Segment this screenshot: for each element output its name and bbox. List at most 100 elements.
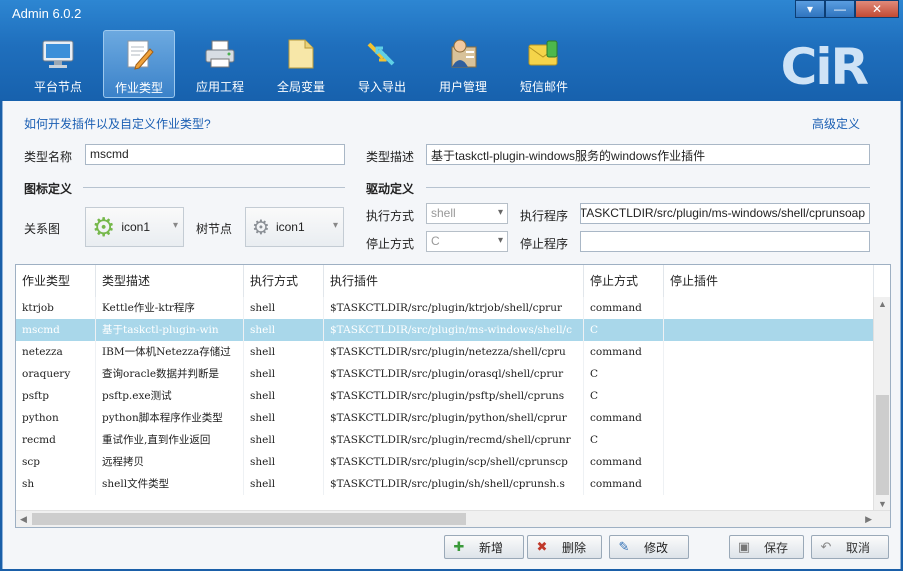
table-cell: psftp (16, 385, 96, 407)
add-button[interactable]: ✚ 新增 (444, 535, 524, 559)
toolbar-platform-nodes[interactable]: 平台节点 (22, 30, 94, 98)
horizontal-scroll-thumb[interactable] (32, 513, 466, 525)
help-link[interactable]: 如何开发插件以及自定义作业类型? (24, 115, 211, 132)
column-header[interactable]: 停止插件 (664, 265, 874, 297)
monitor-icon (40, 36, 76, 72)
table-cell: oraquery (16, 363, 96, 385)
table-row[interactable]: sh shell文件类型 shell $TASKCTLDIR/src/plugin/s… (16, 473, 874, 495)
table-cell: IBM一体机Netezza存储过 (96, 341, 244, 363)
save-icon: ▣ (737, 539, 751, 554)
table-cell: $TASKCTLDIR/src/plugin/python/shell/cpru… (324, 407, 584, 429)
scroll-right-icon[interactable]: ▶ (865, 514, 872, 525)
table-cell: shell (244, 407, 324, 429)
table-row[interactable]: scp 远程拷贝 shell $TASKCTLDIR/src/plugin/scp/s… (16, 451, 874, 473)
column-header[interactable]: 执行方式 (244, 265, 324, 297)
column-header[interactable]: 作业类型 (16, 265, 96, 297)
main-toolbar: 平台节点 作业类型 应用工程 全局变量 导入导出 用户管理 短信邮件 (22, 30, 589, 98)
toolbar-global-vars[interactable]: 全局变量 (265, 30, 337, 98)
toolbar-job-types[interactable]: 作业类型 (103, 30, 175, 98)
chevron-down-icon: ▾ (497, 207, 503, 218)
job-type-table: 作业类型 类型描述 执行方式 执行插件 停止方式 停止插件 ktrjob Kettle作业-… (15, 264, 891, 528)
column-header[interactable]: 类型描述 (96, 265, 244, 297)
relation-icon-select[interactable]: ⚙ icon1 ▾ (85, 207, 184, 247)
toolbar-label: 应用工程 (195, 80, 244, 94)
toolbar-user-management[interactable]: 用户管理 (427, 30, 499, 98)
save-button-label: 保存 (764, 540, 789, 555)
stop-mode-select[interactable]: C ▾ (426, 231, 508, 252)
table-cell (664, 363, 874, 385)
table-row[interactable]: mscmd 基于taskctl-plugin-win shell $TASKCTLDI… (16, 319, 874, 341)
cancel-icon: ↶ (820, 539, 832, 554)
table-cell: $TASKCTLDIR/src/plugin/psftp/shell/cprun… (324, 385, 584, 407)
table-cell: $TASKCTLDIR/src/plugin/scp/shell/cprunsc… (324, 451, 584, 473)
type-desc-input[interactable]: 基于taskctl-plugin-windows服务的windows作业插件 (426, 144, 870, 165)
scroll-left-icon[interactable]: ◀ (20, 514, 27, 525)
toolbar-app-projects[interactable]: 应用工程 (184, 30, 256, 98)
table-cell: command (584, 341, 664, 363)
exec-mode-select[interactable]: shell ▾ (426, 203, 508, 224)
stop-program-label: 停止程序 (520, 237, 569, 251)
horizontal-scrollbar[interactable]: ◀ ▶ (16, 510, 890, 527)
cancel-button[interactable]: ↶ 取消 (811, 535, 889, 559)
minimize-button[interactable]: — (825, 0, 855, 18)
table-cell: command (584, 407, 664, 429)
close-button[interactable]: ✕ (855, 0, 899, 18)
vertical-scroll-thumb[interactable] (876, 395, 889, 495)
window-title: Admin 6.0.2 (12, 6, 82, 21)
add-document-icon: ✚ (453, 539, 465, 554)
modify-button-label: 修改 (644, 540, 669, 555)
gear-icon: ⚙ (92, 211, 116, 242)
table-cell: $TASKCTLDIR/src/plugin/netezza/shell/cpr… (324, 341, 584, 363)
table-cell: psftp.exe测试 (96, 385, 244, 407)
exec-mode-label: 执行方式 (366, 209, 415, 223)
table-cell: 重试作业,直到作业返回 (96, 429, 244, 451)
table-row[interactable]: recmd 重试作业,直到作业返回 shell $TASKCTLDIR/src/plu… (16, 429, 874, 451)
table-row[interactable]: oraquery 查询oracle数据并判断是 shell $TASKCTLDIR/s… (16, 363, 874, 385)
table-cell: recmd (16, 429, 96, 451)
table-row[interactable]: ktrjob Kettle作业-ktr程序 shell $TASKCTLDIR/src… (16, 297, 874, 319)
tree-icon-select[interactable]: ⚙ icon1 ▾ (245, 207, 344, 247)
table-row[interactable]: netezza IBM一体机Netezza存储过 shell $TASKCTLDIR/… (16, 341, 874, 363)
toolbar-sms-mail[interactable]: 短信邮件 (508, 30, 580, 98)
toolbar-import-export[interactable]: 导入导出 (346, 30, 418, 98)
table-cell: Kettle作业-ktr程序 (96, 297, 244, 319)
table-cell: scp (16, 451, 96, 473)
advanced-definition-link[interactable]: 高级定义 (812, 115, 860, 132)
table-cell: $TASKCTLDIR/src/plugin/recmd/shell/cprun… (324, 429, 584, 451)
table-cell (664, 297, 874, 319)
stop-mode-value: C (431, 234, 440, 248)
icon-section-title: 图标定义 (24, 182, 73, 196)
table-cell: shell (244, 429, 324, 451)
scroll-up-icon[interactable]: ▲ (878, 299, 887, 309)
table-cell (664, 429, 874, 451)
toolbar-label: 导入导出 (357, 80, 406, 94)
column-header[interactable]: 停止方式 (584, 265, 664, 297)
table-cell: python (16, 407, 96, 429)
table-row[interactable]: psftp psftp.exe测试 shell $TASKCTLDIR/src/plu… (16, 385, 874, 407)
table-cell: command (584, 297, 664, 319)
cancel-button-label: 取消 (846, 540, 871, 555)
modify-button[interactable]: ✎ 修改 (609, 535, 689, 559)
exec-program-input[interactable]: $TASKCTLDIR/src/plugin/ms-windows/shell/… (580, 203, 870, 224)
column-header[interactable]: 执行插件 (324, 265, 584, 297)
save-button[interactable]: ▣ 保存 (729, 535, 804, 559)
import-export-arrows-icon (364, 36, 400, 72)
table-cell (664, 451, 874, 473)
vertical-scrollbar[interactable]: ▲ ▼ (873, 297, 890, 511)
table-cell: shell (244, 297, 324, 319)
toolbar-label: 用户管理 (438, 80, 487, 94)
type-name-input[interactable]: mscmd (85, 144, 345, 165)
delete-button[interactable]: ✖ 删除 (527, 535, 602, 559)
scroll-down-icon[interactable]: ▼ (878, 499, 887, 509)
window-menu-button[interactable]: ▾ (795, 0, 825, 18)
sms-mail-icon (526, 36, 562, 72)
table-row[interactable]: python python脚本程序作业类型 shell $TASKCTLDIR/src… (16, 407, 874, 429)
table-cell: shell (244, 473, 324, 495)
table-cell: shell (244, 341, 324, 363)
table-cell: $TASKCTLDIR/src/plugin/orasql/shell/cpru… (324, 363, 584, 385)
stop-program-input[interactable] (580, 231, 870, 252)
table-cell: shell (244, 385, 324, 407)
table-cell: mscmd (16, 319, 96, 341)
table-cell: sh (16, 473, 96, 495)
table-cell: 基于taskctl-plugin-win (96, 319, 244, 341)
